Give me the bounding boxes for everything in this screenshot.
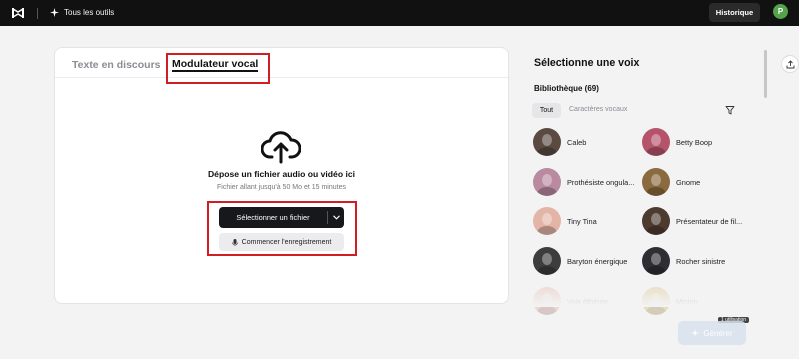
voice-name: Présentateur de fil...: [676, 216, 743, 226]
all-tools-label: Tous les outils: [64, 8, 115, 17]
highlight-box-buttons: [207, 201, 357, 256]
upload-panel: Texte en discours Modulateur vocal Dépos…: [54, 47, 509, 304]
voice-avatar: [533, 207, 561, 235]
voice-name: Gnome: [676, 177, 701, 187]
filter-icon[interactable]: [725, 105, 735, 115]
generate-label: Générer: [703, 328, 733, 338]
voice-avatar: [642, 168, 670, 196]
voice-item[interactable]: Tiny Tina: [533, 207, 597, 235]
cloud-upload-icon: [261, 131, 301, 164]
voice-item[interactable]: Rocher sinistre: [642, 247, 725, 275]
capcut-logo-icon[interactable]: [11, 6, 25, 20]
voice-item[interactable]: Baryton énergique: [533, 247, 627, 275]
voice-item[interactable]: Betty Boop: [642, 128, 712, 156]
tab-text-to-speech[interactable]: Texte en discours: [72, 59, 161, 71]
voice-name: Tiny Tina: [567, 216, 597, 226]
mode-tabs: Texte en discours Modulateur vocal: [55, 48, 508, 78]
voice-item[interactable]: Gnome: [642, 168, 700, 196]
generate-button[interactable]: Générer: [678, 321, 746, 345]
voice-avatar: [642, 128, 670, 156]
sparkle-icon: [691, 329, 700, 337]
drop-zone-title: Dépose un fichier audio ou vidéo ici: [207, 169, 356, 179]
top-bar: Tous les outils Historique P: [0, 0, 799, 26]
voice-name: Baryton énergique: [567, 256, 628, 266]
voice-item[interactable]: Présentateur de fil...: [642, 207, 742, 235]
voice-name: Prothésiste ongula...: [567, 177, 635, 187]
export-icon: [786, 59, 794, 68]
drop-zone-subtitle: Fichier allant jusqu'à 50 Mo et 15 minut…: [217, 184, 346, 191]
filter-traits-chip[interactable]: Caractères vocaux: [569, 106, 627, 113]
voice-item[interactable]: Caleb: [533, 128, 586, 156]
voice-name: Betty Boop: [676, 137, 713, 147]
voice-avatar: [533, 168, 561, 196]
voice-item[interactable]: Prothésiste ongula...: [533, 168, 634, 196]
voice-name: Caleb: [567, 137, 587, 147]
history-button[interactable]: Historique: [709, 3, 760, 22]
sparkle-icon: [50, 8, 59, 17]
scrollbar[interactable]: [764, 50, 767, 98]
divider: [37, 8, 38, 19]
library-count: Bibliothèque (69): [534, 84, 599, 93]
voice-avatar: [642, 207, 670, 235]
voice-avatar: [642, 247, 670, 275]
voice-name: Rocher sinistre: [676, 256, 726, 266]
voice-avatar: [533, 128, 561, 156]
user-avatar[interactable]: P: [773, 4, 788, 19]
voice-avatar: [533, 247, 561, 275]
all-tools-link[interactable]: Tous les outils: [50, 5, 114, 20]
list-fade: [525, 283, 770, 307]
filter-all-chip[interactable]: Tout: [532, 103, 561, 118]
highlight-box-tab: [166, 53, 270, 84]
side-upload-button[interactable]: [781, 55, 799, 73]
voice-panel-title: Sélectionne une voix: [534, 57, 640, 69]
